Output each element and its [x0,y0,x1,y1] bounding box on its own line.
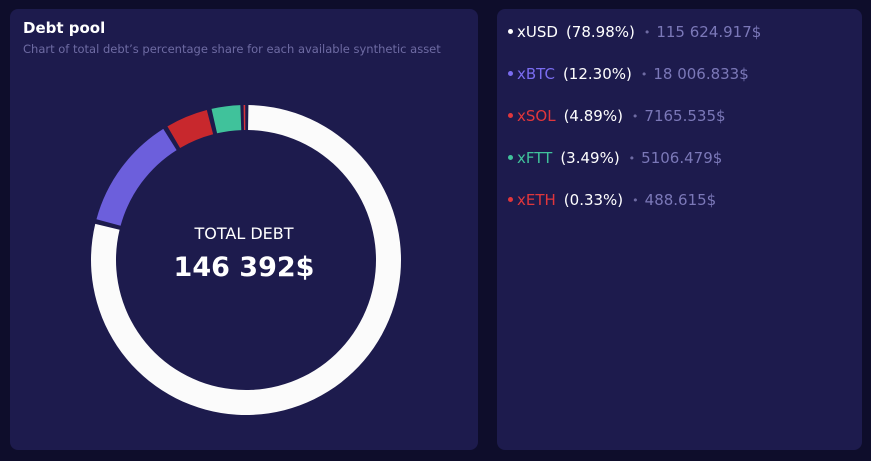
asset-value: 488.615$ [644,191,717,209]
legend-item-xbtc: xBTC (12.30%) • 18 006.833$ [508,65,749,83]
bullet-dot [508,197,513,202]
legend-item-xsol: xSOL (4.89%) • 7165.535$ [508,107,726,125]
asset-value: 115 624.917$ [656,23,762,41]
separator-dot: • [640,68,648,81]
separator-dot: • [632,194,639,207]
asset-value: 18 006.833$ [653,65,749,83]
asset-percent: (12.30%) [562,65,632,83]
asset-percent: (4.89%) [563,107,623,125]
bullet-dot [508,113,513,118]
bullet-dot [508,155,513,160]
asset-value: 5106.479$ [641,149,723,167]
debt-pool-card: Debt pool Chart of total debt’s percenta… [10,9,478,450]
total-debt-label: TOTAL DEBT [194,224,294,243]
asset-percent: (3.49%) [560,149,620,167]
asset-name: xBTC [517,65,555,83]
donut-slice-xftt [211,105,242,134]
legend-item-xusd: xUSD (78.98%) • 115 624.917$ [508,23,761,41]
debt-legend-card: xUSD (78.98%) • 115 624.917$ xBTC (12.30… [497,9,862,450]
asset-percent: (78.98%) [565,23,635,41]
asset-percent: (0.33%) [563,191,624,209]
donut-slice-xsol [167,110,214,148]
donut-slice-xeth [243,105,246,131]
asset-name: xETH [517,191,556,209]
bullet-dot [508,29,513,34]
asset-name: xUSD [517,23,558,41]
total-debt-value: 146 392$ [173,252,315,283]
donut-slice-xbtc [96,128,177,226]
legend-item-xeth: xETH (0.33%) • 488.615$ [508,191,716,209]
asset-name: xFTT [517,149,553,167]
separator-dot: • [631,110,639,123]
legend-item-xftt: xFTT (3.49%) • 5106.479$ [508,149,722,167]
asset-name: xSOL [517,107,556,125]
asset-value: 7165.535$ [644,107,726,125]
separator-dot: • [628,152,636,165]
separator-dot: • [643,26,651,39]
bullet-dot [508,71,513,76]
